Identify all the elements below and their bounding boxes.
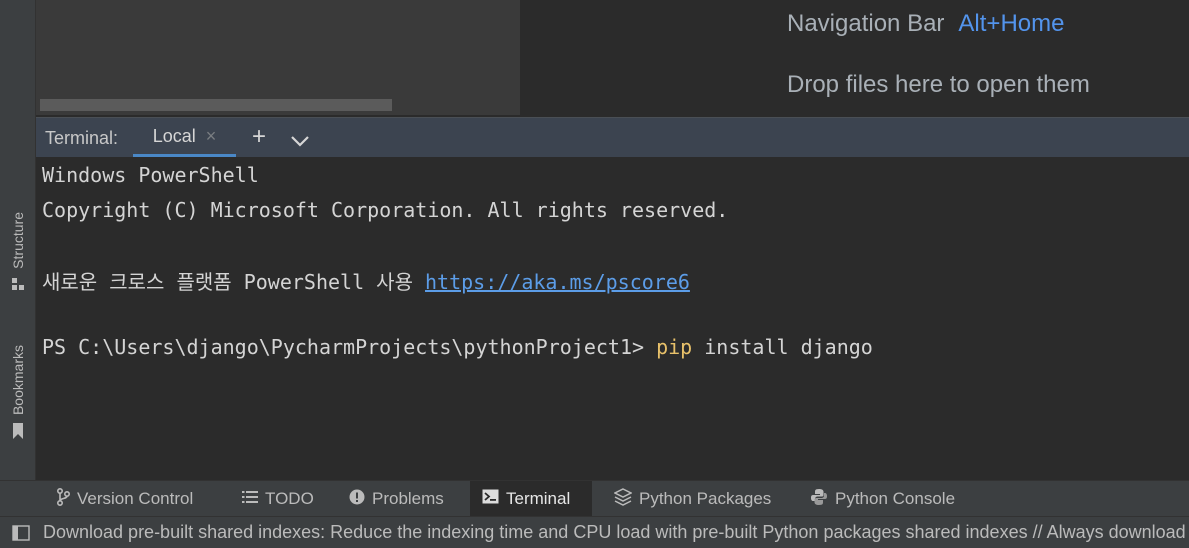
navigation-bar-hint: Navigation Bar Alt+Home xyxy=(787,10,1064,38)
python-icon xyxy=(810,488,828,511)
editor-area xyxy=(36,0,520,115)
terminal-line: Windows PowerShell xyxy=(42,163,259,187)
terminal-tab-local[interactable]: Local × xyxy=(133,118,236,157)
toolwindow-label: Python Packages xyxy=(639,489,772,508)
terminal-output[interactable]: Windows PowerShell Copyright (C) Microso… xyxy=(36,157,1189,480)
navigation-bar-shortcut: Alt+Home xyxy=(958,10,1065,37)
toolwindow-python-packages[interactable]: Python Packages xyxy=(602,481,783,517)
terminal-command-args: install django xyxy=(692,335,873,359)
status-bar: Download pre-built shared indexes: Reduc… xyxy=(0,516,1189,548)
toolwindow-python-console[interactable]: Python Console xyxy=(798,481,967,517)
terminal-prompt: PS C:\Users\django\PycharmProjects\pytho… xyxy=(42,335,657,359)
toolwindow-label: TODO xyxy=(265,489,314,508)
status-message[interactable]: Download pre-built shared indexes: Reduc… xyxy=(43,522,1186,543)
packages-icon xyxy=(613,487,633,511)
toolwindow-version-control[interactable]: Version Control xyxy=(44,481,205,517)
toolwindow-label: Python Console xyxy=(835,489,956,508)
toolwindow-problems[interactable]: Problems xyxy=(337,481,456,517)
window-layout-icon[interactable] xyxy=(12,524,30,541)
terminal-title: Terminal: xyxy=(45,128,119,148)
new-tab-button[interactable]: + xyxy=(246,123,272,151)
structure-tab[interactable]: Structure xyxy=(0,212,35,293)
todo-list-icon xyxy=(242,489,258,509)
bookmark-icon xyxy=(12,423,24,442)
version-control-icon xyxy=(56,487,71,511)
toolwindow-todo[interactable]: TODO xyxy=(230,481,326,517)
terminal-tab-label: Local xyxy=(152,125,196,146)
tool-window-bar: Version Control TODO Problems Terminal P… xyxy=(0,480,1189,517)
navigation-bar-label: Navigation Bar xyxy=(787,10,945,37)
toolwindow-label: Problems xyxy=(372,489,444,508)
structure-tab-label: Structure xyxy=(9,212,26,269)
structure-icon xyxy=(11,277,24,293)
terminal-command: pip xyxy=(656,335,693,359)
toolwindow-label: Terminal xyxy=(506,489,571,508)
terminal-text: 새로운 크로스 플랫폼 PowerShell 사용 xyxy=(42,270,426,294)
toolwindow-label: Version Control xyxy=(77,489,194,508)
bookmarks-tab[interactable]: Bookmarks xyxy=(0,345,35,442)
terminal-header: Terminal: Local × + xyxy=(36,117,1189,157)
terminal-prompt-line: PS C:\Users\django\PycharmProjects\pytho… xyxy=(42,335,873,359)
close-tab-icon[interactable]: × xyxy=(206,126,217,147)
terminal-line: Copyright (C) Microsoft Corporation. All… xyxy=(42,198,729,222)
problems-icon xyxy=(349,489,365,510)
toolwindow-terminal[interactable]: Terminal xyxy=(470,481,592,517)
pscore6-link[interactable]: https://aka.ms/pscore6 xyxy=(425,270,690,294)
bookmarks-tab-label: Bookmarks xyxy=(9,345,26,416)
chevron-down-icon[interactable] xyxy=(287,127,313,155)
drop-files-hint: Drop files here to open them xyxy=(787,71,1090,98)
terminal-line: 새로운 크로스 플랫폼 PowerShell 사용 https://aka.ms… xyxy=(42,266,690,295)
terminal-icon xyxy=(482,489,499,509)
horizontal-scrollbar[interactable] xyxy=(40,99,392,111)
